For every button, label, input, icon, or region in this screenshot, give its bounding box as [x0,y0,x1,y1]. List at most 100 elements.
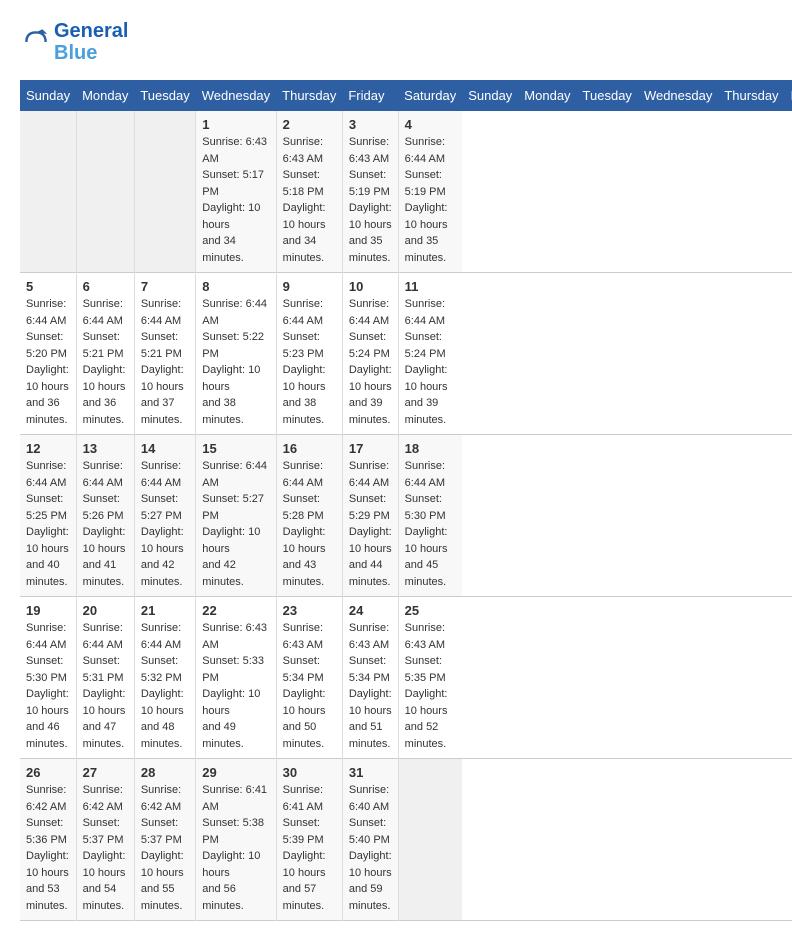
day-info: Sunrise: 6:44 AM Sunset: 5:27 PM Dayligh… [141,458,189,590]
calendar-header-row: SundayMondayTuesdayWednesdayThursdayFrid… [20,80,792,111]
day-info: Sunrise: 6:43 AM Sunset: 5:33 PM Dayligh… [202,620,269,752]
day-number: 7 [141,279,189,294]
day-info: Sunrise: 6:43 AM Sunset: 5:19 PM Dayligh… [349,134,392,266]
col-header-thursday: Thursday [718,80,784,111]
day-number: 19 [26,603,70,618]
day-info: Sunrise: 6:44 AM Sunset: 5:32 PM Dayligh… [141,620,189,752]
day-cell: 17 Sunrise: 6:44 AM Sunset: 5:29 PM Dayli… [342,435,398,597]
day-info: Sunrise: 6:40 AM Sunset: 5:40 PM Dayligh… [349,782,392,914]
col-header-sunday: Sunday [462,80,518,111]
header-tuesday: Tuesday [134,80,195,111]
day-cell: 20 Sunrise: 6:44 AM Sunset: 5:31 PM Dayli… [76,597,134,759]
day-number: 8 [202,279,269,294]
day-cell: 16Sunrise: 6:44 AM Sunset: 5:28 PM Dayli… [276,435,342,597]
day-info: Sunrise: 6:44 AM Sunset: 5:23 PM Dayligh… [283,296,336,428]
day-number: 1 [202,117,269,132]
day-info: Sunrise: 6:44 AM Sunset: 5:31 PM Dayligh… [83,620,128,752]
day-number: 13 [83,441,128,456]
day-number: 12 [26,441,70,456]
day-cell: 31 Sunrise: 6:40 AM Sunset: 5:40 PM Dayli… [342,759,398,921]
week-row-5: 26 Sunrise: 6:42 AM Sunset: 5:36 PM Dayli… [20,759,792,921]
header-saturday: Saturday [398,80,462,111]
day-cell: 11 Sunrise: 6:44 AM Sunset: 5:24 PM Dayli… [398,273,462,435]
day-number: 26 [26,765,70,780]
day-info: Sunrise: 6:44 AM Sunset: 5:29 PM Dayligh… [349,458,392,590]
day-cell: 15Sunrise: 6:44 AM Sunset: 5:27 PM Dayli… [196,435,276,597]
day-cell [20,111,76,273]
day-info: Sunrise: 6:44 AM Sunset: 5:24 PM Dayligh… [349,296,392,428]
day-number: 17 [349,441,392,456]
day-cell: 27 Sunrise: 6:42 AM Sunset: 5:37 PM Dayli… [76,759,134,921]
day-info: Sunrise: 6:44 AM Sunset: 5:30 PM Dayligh… [26,620,70,752]
day-cell: 9Sunrise: 6:44 AM Sunset: 5:23 PM Daylig… [276,273,342,435]
day-cell: 2Sunrise: 6:43 AM Sunset: 5:18 PM Daylig… [276,111,342,273]
day-number: 5 [26,279,70,294]
col-header-friday: Friday [785,80,792,111]
week-row-2: 5 Sunrise: 6:44 AM Sunset: 5:20 PM Daylig… [20,273,792,435]
day-info: Sunrise: 6:44 AM Sunset: 5:19 PM Dayligh… [405,134,457,266]
day-info: Sunrise: 6:44 AM Sunset: 5:24 PM Dayligh… [405,296,457,428]
day-info: Sunrise: 6:42 AM Sunset: 5:37 PM Dayligh… [83,782,128,914]
day-number: 4 [405,117,457,132]
day-cell: 1Sunrise: 6:43 AM Sunset: 5:17 PM Daylig… [196,111,276,273]
day-number: 31 [349,765,392,780]
day-info: Sunrise: 6:41 AM Sunset: 5:39 PM Dayligh… [283,782,336,914]
page-header: GeneralBlue [20,20,772,64]
day-number: 14 [141,441,189,456]
day-number: 29 [202,765,269,780]
day-number: 22 [202,603,269,618]
header-friday: Friday [342,80,398,111]
col-header-wednesday: Wednesday [638,80,718,111]
day-cell: 10Sunrise: 6:44 AM Sunset: 5:24 PM Dayli… [342,273,398,435]
day-info: Sunrise: 6:44 AM Sunset: 5:22 PM Dayligh… [202,296,269,428]
week-row-1: 1Sunrise: 6:43 AM Sunset: 5:17 PM Daylig… [20,111,792,273]
day-number: 27 [83,765,128,780]
header-thursday: Thursday [276,80,342,111]
calendar-table: SundayMondayTuesdayWednesdayThursdayFrid… [20,80,792,921]
week-row-3: 12 Sunrise: 6:44 AM Sunset: 5:25 PM Dayli… [20,435,792,597]
day-cell: 12 Sunrise: 6:44 AM Sunset: 5:25 PM Dayli… [20,435,76,597]
day-info: Sunrise: 6:44 AM Sunset: 5:30 PM Dayligh… [405,458,457,590]
day-cell: 18 Sunrise: 6:44 AM Sunset: 5:30 PM Dayli… [398,435,462,597]
day-number: 21 [141,603,189,618]
col-header-monday: Monday [518,80,576,111]
day-info: Sunrise: 6:43 AM Sunset: 5:35 PM Dayligh… [405,620,457,752]
day-number: 30 [283,765,336,780]
week-row-4: 19 Sunrise: 6:44 AM Sunset: 5:30 PM Dayli… [20,597,792,759]
day-number: 2 [283,117,336,132]
day-cell: 29 Sunrise: 6:41 AM Sunset: 5:38 PM Dayli… [196,759,276,921]
day-number: 20 [83,603,128,618]
day-info: Sunrise: 6:44 AM Sunset: 5:20 PM Dayligh… [26,296,70,428]
day-cell: 22 Sunrise: 6:43 AM Sunset: 5:33 PM Dayli… [196,597,276,759]
day-info: Sunrise: 6:41 AM Sunset: 5:38 PM Dayligh… [202,782,269,914]
day-number: 6 [83,279,128,294]
day-cell: 3Sunrise: 6:43 AM Sunset: 5:19 PM Daylig… [342,111,398,273]
logo-icon [20,26,52,58]
day-number: 11 [405,279,457,294]
day-cell: 6 Sunrise: 6:44 AM Sunset: 5:21 PM Daylig… [76,273,134,435]
day-info: Sunrise: 6:42 AM Sunset: 5:37 PM Dayligh… [141,782,189,914]
day-cell: 21 Sunrise: 6:44 AM Sunset: 5:32 PM Dayli… [134,597,195,759]
day-info: Sunrise: 6:44 AM Sunset: 5:28 PM Dayligh… [283,458,336,590]
day-info: Sunrise: 6:42 AM Sunset: 5:36 PM Dayligh… [26,782,70,914]
header-monday: Monday [76,80,134,111]
day-info: Sunrise: 6:44 AM Sunset: 5:27 PM Dayligh… [202,458,269,590]
logo-text: GeneralBlue [54,20,128,64]
day-cell: 13Sunrise: 6:44 AM Sunset: 5:26 PM Dayli… [76,435,134,597]
day-cell: 30 Sunrise: 6:41 AM Sunset: 5:39 PM Dayli… [276,759,342,921]
day-number: 23 [283,603,336,618]
day-info: Sunrise: 6:44 AM Sunset: 5:21 PM Dayligh… [141,296,189,428]
day-number: 18 [405,441,457,456]
day-cell: 7 Sunrise: 6:44 AM Sunset: 5:21 PM Daylig… [134,273,195,435]
day-cell: 24Sunrise: 6:43 AM Sunset: 5:34 PM Dayli… [342,597,398,759]
day-info: Sunrise: 6:44 AM Sunset: 5:21 PM Dayligh… [83,296,128,428]
header-sunday: Sunday [20,80,76,111]
day-cell: 28Sunrise: 6:42 AM Sunset: 5:37 PM Dayli… [134,759,195,921]
day-cell: 25Sunrise: 6:43 AM Sunset: 5:35 PM Dayli… [398,597,462,759]
day-cell: 23Sunrise: 6:43 AM Sunset: 5:34 PM Dayli… [276,597,342,759]
day-cell: 26 Sunrise: 6:42 AM Sunset: 5:36 PM Dayli… [20,759,76,921]
day-cell [76,111,134,273]
day-cell [134,111,195,273]
day-info: Sunrise: 6:43 AM Sunset: 5:34 PM Dayligh… [349,620,392,752]
day-info: Sunrise: 6:44 AM Sunset: 5:25 PM Dayligh… [26,458,70,590]
